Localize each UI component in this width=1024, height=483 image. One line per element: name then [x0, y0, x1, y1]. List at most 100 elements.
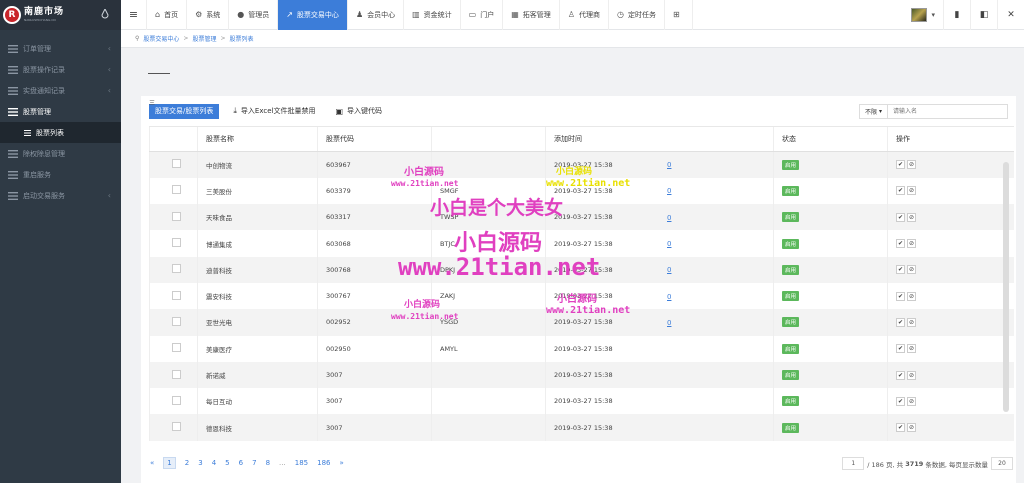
disable-icon[interactable]: ⊘	[907, 291, 916, 301]
enable-icon[interactable]: ✔	[896, 186, 905, 196]
tab-apps[interactable]: ⊞	[665, 0, 693, 30]
zero-link[interactable]: 0	[667, 266, 671, 274]
status-badge[interactable]: 启用	[782, 159, 800, 170]
disable-icon[interactable]: ⊘	[907, 212, 916, 222]
drop-icon[interactable]	[101, 9, 109, 19]
status-badge[interactable]: 启用	[782, 317, 800, 328]
tab-system[interactable]: ⚙ 系统	[187, 0, 230, 30]
status-badge[interactable]: 启用	[782, 291, 800, 302]
import-excel-button[interactable]: ⤓ 导入Excel文件批量禁用	[227, 103, 322, 119]
row-checkbox[interactable]	[172, 185, 181, 195]
sidebar-item-stock-manage[interactable]: 股票管理	[0, 101, 121, 122]
page-link[interactable]: 8	[266, 459, 270, 467]
row-checkbox[interactable]	[172, 316, 181, 326]
search-input[interactable]	[888, 104, 1008, 119]
prev-page-button[interactable]: «	[150, 459, 154, 467]
enable-icon[interactable]: ✔	[896, 239, 905, 249]
page-link[interactable]: 4	[212, 459, 216, 467]
close-icon[interactable]: ✕	[997, 0, 1024, 30]
stock-list-button[interactable]: 股票交易/股票列表	[149, 103, 220, 119]
disable-icon[interactable]: ⊘	[907, 396, 916, 406]
menu-toggle-icon[interactable]: ≡	[121, 0, 147, 30]
status-badge[interactable]: 启用	[782, 185, 800, 196]
enable-icon[interactable]: ✔	[896, 291, 905, 301]
disable-icon[interactable]: ⊘	[907, 370, 916, 380]
status-badge[interactable]: 启用	[782, 343, 800, 354]
page-link[interactable]: 2	[185, 459, 189, 467]
disable-icon[interactable]: ⊘	[907, 344, 916, 354]
row-checkbox[interactable]	[172, 422, 181, 432]
tab-home[interactable]: ⌂ 首页	[147, 0, 188, 30]
enable-icon[interactable]: ✔	[896, 396, 905, 406]
tab-portal[interactable]: ▭ 门户	[461, 0, 504, 30]
zero-link[interactable]: 0	[667, 161, 671, 169]
tab-customers[interactable]: ▦ 拓客管理	[503, 0, 560, 30]
page-link[interactable]: 5	[225, 459, 229, 467]
enable-icon[interactable]: ✔	[896, 317, 905, 327]
disable-icon[interactable]: ⊘	[907, 423, 916, 433]
caret-down-icon[interactable]: ▾	[931, 11, 935, 19]
tab-stock-trading[interactable]: ↗ 股票交易中心	[278, 0, 348, 30]
zero-link[interactable]: 0	[667, 187, 671, 195]
column-header[interactable]: 股票代码	[317, 126, 432, 152]
table-row[interactable]: 迪普科技 300768 DPKJ 2019-03-27 15:38 启用 ✔ ⊘	[149, 256, 1014, 283]
tab-members[interactable]: ♟ 会员中心	[348, 0, 405, 30]
disable-icon[interactable]: ⊘	[907, 265, 916, 275]
page-link[interactable]: 6	[239, 459, 243, 467]
disable-icon[interactable]: ⊘	[907, 160, 916, 170]
avatar[interactable]	[911, 8, 928, 22]
status-badge[interactable]: 启用	[782, 370, 800, 381]
row-checkbox[interactable]	[172, 369, 181, 379]
enable-icon[interactable]: ✔	[896, 212, 905, 222]
scrollbar[interactable]	[1003, 162, 1009, 412]
page-jump-input[interactable]: 1	[842, 457, 865, 470]
trash-icon[interactable]: ▮	[943, 0, 970, 30]
fullscreen-icon[interactable]: ◧	[970, 0, 997, 30]
sidebar-item-restart[interactable]: 重启服务	[0, 164, 121, 185]
row-checkbox[interactable]	[172, 211, 181, 221]
table-row[interactable]: 新诺威 3007 2019-03-27 15:38 启用 ✔ ⊘	[149, 361, 1014, 389]
enable-icon[interactable]: ✔	[896, 370, 905, 380]
enable-icon[interactable]: ✔	[896, 344, 905, 354]
row-checkbox[interactable]	[172, 238, 181, 248]
page-link[interactable]: 185	[295, 459, 308, 467]
breadcrumb-item[interactable]: 股票列表	[230, 34, 254, 43]
table-row[interactable]: 美康医疗 002950 AMYL 2019-03-27 15:38 启用 ✔ ⊘	[149, 335, 1014, 362]
table-row[interactable]: 震安科技 300767 ZAKJ 2019-03-27 15:38 启用 ✔ ⊘	[149, 282, 1014, 310]
sidebar-item-notices[interactable]: 实盘通知记录 ‹	[0, 80, 121, 101]
page-link[interactable]: 7	[252, 459, 256, 467]
row-checkbox[interactable]	[172, 343, 181, 353]
table-row[interactable]: 亚世光电 002952 YSGD 2019-03-27 15:38 启用 ✔ ⊘	[149, 309, 1014, 336]
tab-admin[interactable]: ● 管理员	[229, 0, 279, 30]
table-row[interactable]: 天味食品 603317 TWSP 2019-03-27 15:38 启用 ✔ ⊘	[149, 204, 1014, 231]
row-checkbox[interactable]	[172, 264, 181, 274]
status-badge[interactable]: 启用	[782, 264, 800, 275]
disable-icon[interactable]: ⊘	[907, 317, 916, 327]
zero-link[interactable]: 0	[667, 214, 671, 222]
enable-icon[interactable]: ✔	[896, 423, 905, 433]
tab-funds[interactable]: ▥ 资金统计	[404, 0, 461, 30]
sidebar-item-stock-records[interactable]: 股票操作记录 ‹	[0, 59, 121, 80]
next-page-button[interactable]: »	[339, 459, 343, 467]
row-checkbox[interactable]	[172, 290, 181, 300]
disable-icon[interactable]: ⊘	[907, 239, 916, 249]
row-checkbox[interactable]	[172, 159, 181, 169]
enable-icon[interactable]: ✔	[896, 160, 905, 170]
disable-icon[interactable]: ⊘	[907, 186, 916, 196]
table-row[interactable]: 每日互动 3007 2019-03-27 15:38 启用 ✔ ⊘	[149, 388, 1014, 415]
zero-link[interactable]: 0	[667, 319, 671, 327]
status-badge[interactable]: 启用	[782, 238, 800, 249]
sidebar-item-stock-list[interactable]: 股票列表	[0, 122, 121, 143]
column-header[interactable]: 添加时间	[545, 126, 774, 152]
sidebar-item-orders[interactable]: 订单管理 ‹	[0, 38, 121, 59]
zero-link[interactable]: 0	[667, 293, 671, 301]
row-checkbox[interactable]	[172, 395, 181, 405]
filter-select[interactable]: 不限 ▾	[859, 104, 888, 119]
table-row[interactable]: 博通集成 603068 BTJC 2019-03-27 15:38 启用 ✔ ⊘	[149, 230, 1014, 257]
enable-icon[interactable]: ✔	[896, 265, 905, 275]
page-size-input[interactable]: 20	[991, 457, 1013, 470]
page-link-current[interactable]: 1	[163, 457, 176, 469]
column-header[interactable]: 状态	[773, 126, 888, 152]
sidebar-item-start-trade[interactable]: 启动交易服务 ‹	[0, 185, 121, 206]
tab-scheduled[interactable]: ◷ 定时任务	[609, 0, 665, 30]
